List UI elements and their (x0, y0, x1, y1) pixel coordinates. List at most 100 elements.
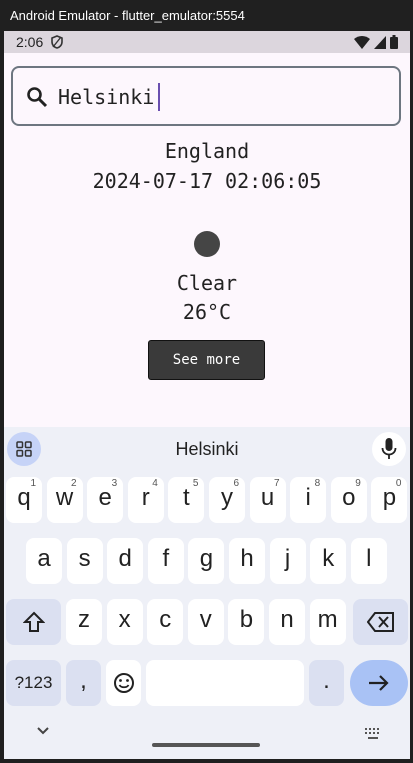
arrow-right-icon (369, 675, 389, 691)
key-hint: 7 (274, 478, 280, 489)
shift-icon (23, 611, 45, 632)
key-o[interactable]: o9 (330, 477, 367, 523)
key-s[interactable]: s (66, 538, 103, 584)
key-hint: 3 (111, 478, 118, 489)
key-hint: 0 (395, 478, 402, 489)
window-title: Android Emulator - flutter_emulator:5554 (0, 0, 413, 31)
key-label: e (98, 484, 112, 511)
period-key[interactable]: . (309, 660, 344, 706)
key-y[interactable]: y6 (209, 477, 245, 523)
key-label: d (118, 545, 132, 572)
key-label: b (239, 606, 254, 633)
emoji-icon (114, 673, 134, 693)
key-label: f (162, 545, 170, 572)
status-bar: 2:06 (4, 31, 410, 53)
text-cursor (158, 83, 160, 111)
key-label: q (17, 484, 31, 511)
location-name: England (164, 139, 250, 163)
emoji-key[interactable] (106, 660, 141, 706)
key-r[interactable]: r4 (127, 477, 164, 523)
key-x[interactable]: x (106, 599, 143, 645)
period-key-label: . (323, 667, 330, 694)
key-hint: 8 (314, 478, 321, 489)
search-icon (27, 87, 48, 108)
search-field[interactable] (11, 66, 401, 126)
key-v[interactable]: v (187, 599, 224, 645)
suggestion-word[interactable]: Helsinki (4, 439, 410, 460)
key-label: v (199, 606, 212, 633)
phone-screen: 2:06 England 2024-07-17 02:06:05 Clear 2… (4, 31, 410, 759)
battery-icon (390, 35, 398, 49)
key-j[interactable]: j (269, 538, 306, 584)
key-t[interactable]: t5 (168, 477, 205, 523)
temperature: 26°C (182, 300, 232, 324)
key-z[interactable]: z (66, 599, 102, 645)
key-d[interactable]: d (107, 538, 144, 584)
key-p[interactable]: p0 (371, 477, 408, 523)
key-hint: 4 (152, 478, 158, 489)
key-label: w (55, 484, 74, 511)
key-hint: 2 (71, 478, 77, 489)
signal-icon (374, 35, 386, 49)
key-label: z (78, 606, 90, 633)
shift-key[interactable] (6, 599, 61, 645)
comma-key-label: , (80, 667, 87, 694)
key-label: a (37, 545, 51, 572)
key-i[interactable]: i8 (290, 477, 327, 523)
key-label: s (78, 545, 91, 572)
key-w[interactable]: w2 (46, 477, 83, 523)
key-b[interactable]: b (228, 599, 265, 645)
chevron-down-icon[interactable] (36, 726, 50, 736)
key-label: k (322, 545, 335, 572)
comma-key[interactable]: , (66, 660, 101, 706)
status-time: 2:06 (16, 34, 44, 50)
backspace-key[interactable] (353, 599, 408, 645)
on-screen-keyboard: Helsinki q1w2e3r4t5y6u7i8o9p0asdfghjklzx… (4, 427, 410, 759)
key-label: g (199, 545, 214, 572)
key-l[interactable]: l (350, 538, 387, 584)
shield-icon (51, 35, 63, 49)
space-bar[interactable] (146, 660, 304, 706)
key-u[interactable]: u7 (249, 477, 286, 523)
key-label: u (260, 484, 275, 511)
key-hint: 5 (192, 478, 199, 489)
key-hint: 6 (233, 478, 239, 489)
key-label: y (221, 484, 233, 511)
key-label: o (342, 484, 356, 511)
key-g[interactable]: g (188, 538, 225, 584)
keyboard-icon[interactable] (364, 727, 382, 741)
search-input[interactable] (58, 80, 378, 114)
backspace-icon (367, 612, 394, 632)
key-hint: 1 (30, 478, 36, 489)
key-n[interactable]: n (269, 599, 305, 645)
home-gesture-bar[interactable] (152, 743, 260, 747)
key-c[interactable]: c (147, 599, 184, 645)
suggestion-bar: Helsinki (4, 427, 410, 472)
weather-condition: Clear (176, 271, 238, 295)
key-e[interactable]: e3 (87, 477, 124, 523)
see-more-button[interactable]: See more (148, 340, 265, 380)
wifi-icon (354, 35, 370, 49)
key-label: x (118, 606, 131, 633)
key-label: h (240, 545, 254, 572)
key-label: c (159, 606, 172, 633)
symbols-key-label: ?123 (14, 673, 53, 692)
key-label: m (317, 606, 338, 633)
key-label: j (284, 545, 291, 572)
key-m[interactable]: m (309, 599, 346, 645)
key-q[interactable]: q1 (6, 477, 42, 523)
voice-input-button[interactable] (372, 432, 406, 466)
key-label: t (183, 484, 190, 511)
symbols-key[interactable]: ?123 (6, 660, 61, 706)
navigation-bar (4, 716, 410, 759)
key-label: r (141, 484, 150, 511)
key-label: p (382, 484, 397, 511)
key-h[interactable]: h (229, 538, 265, 584)
enter-key[interactable] (350, 660, 408, 706)
key-k[interactable]: k (310, 538, 347, 584)
key-f[interactable]: f (147, 538, 184, 584)
key-label: n (280, 606, 294, 633)
local-datetime: 2024-07-17 02:06:05 (92, 169, 322, 193)
key-a[interactable]: a (26, 538, 62, 584)
key-label: l (366, 545, 372, 572)
